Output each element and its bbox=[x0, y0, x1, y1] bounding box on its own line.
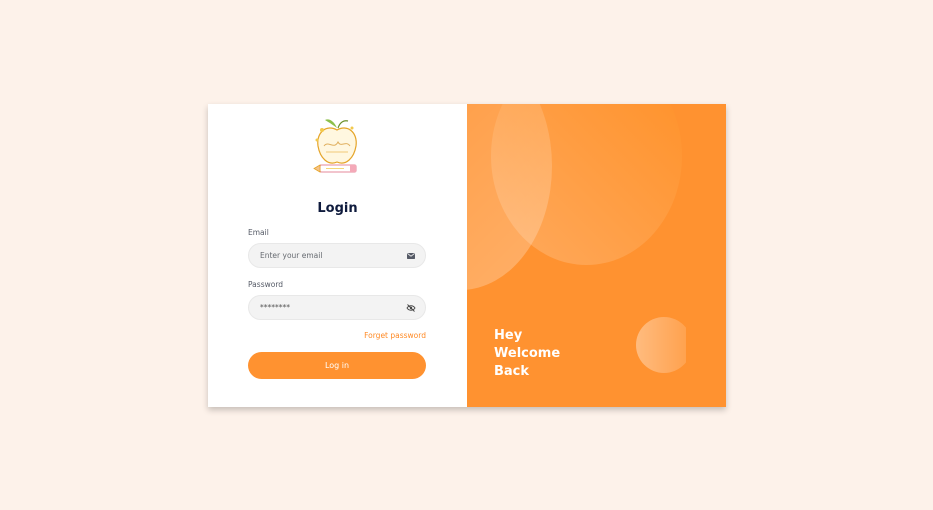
decorative-circle bbox=[636, 317, 686, 373]
welcome-line: Back bbox=[494, 364, 530, 379]
email-field[interactable] bbox=[260, 251, 404, 260]
login-card: Login Email Password Forget pass bbox=[208, 104, 726, 407]
forgot-password-link[interactable]: Forget password bbox=[364, 331, 426, 340]
password-field-wrapper[interactable] bbox=[248, 295, 426, 320]
email-field-wrapper[interactable] bbox=[248, 243, 426, 268]
password-label: Password bbox=[248, 280, 284, 289]
envelope-icon bbox=[404, 249, 418, 263]
welcome-line: Welcome bbox=[494, 346, 561, 361]
password-field[interactable] bbox=[260, 303, 404, 312]
page-title: Login bbox=[317, 201, 358, 216]
welcome-panel: Hey Welcome Back bbox=[467, 104, 726, 407]
login-panel: Login Email Password Forget pass bbox=[208, 104, 467, 407]
email-label: Email bbox=[248, 228, 269, 237]
welcome-message: Hey Welcome Back bbox=[494, 327, 614, 381]
welcome-line: Hey bbox=[494, 328, 523, 343]
eye-slash-icon[interactable] bbox=[404, 301, 418, 315]
apple-pencil-logo bbox=[312, 116, 362, 180]
login-button[interactable]: Log in bbox=[248, 352, 426, 379]
